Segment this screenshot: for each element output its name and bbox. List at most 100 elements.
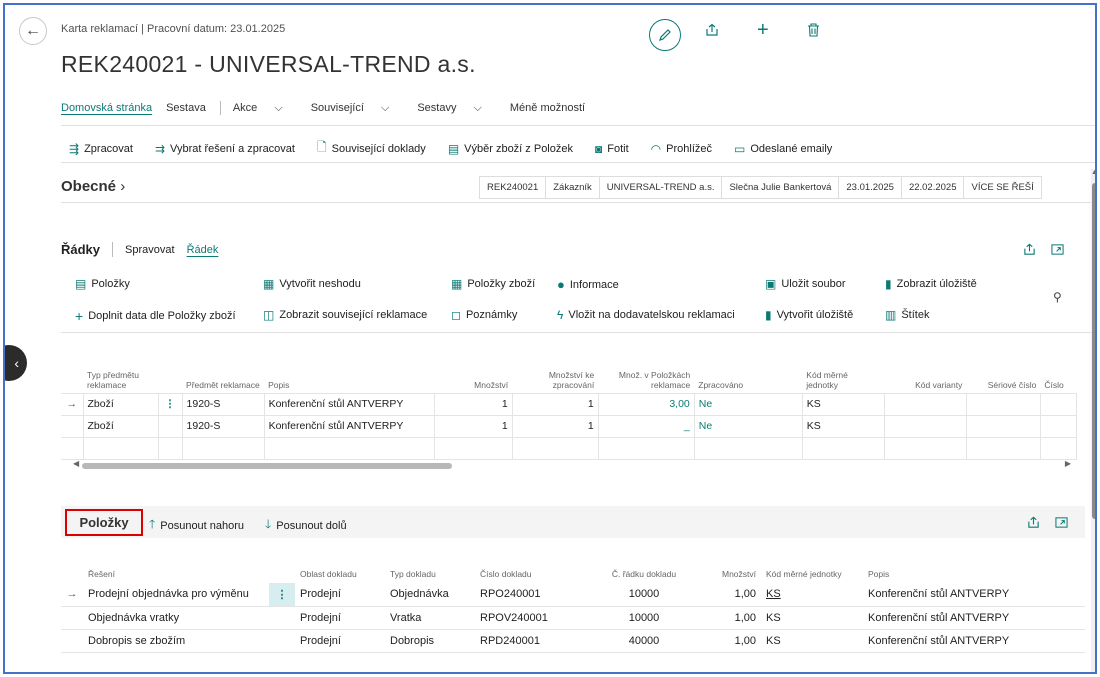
col-doc-area[interactable]: Oblast dokladu — [295, 547, 385, 583]
cell-uom[interactable]: KS — [761, 629, 863, 653]
col-doc-line[interactable]: Č. řádku dokladu — [601, 547, 687, 583]
cell-doc-number[interactable]: RPD240001 — [475, 629, 601, 653]
cell-description[interactable]: Konferenční stůl ANTVERPY — [263, 414, 435, 438]
cell-uom[interactable]: KS — [761, 583, 863, 607]
lines-share-button[interactable] — [1023, 243, 1036, 259]
create-storage-button[interactable]: ▮ Vytvořit úložiště — [765, 308, 853, 322]
col-description[interactable]: Popis — [264, 351, 434, 393]
cell-serial[interactable] — [965, 414, 1041, 438]
cell-doc-number[interactable]: RPO240001 — [475, 583, 601, 607]
cell-type[interactable]: Zboží — [82, 414, 159, 438]
table-row[interactable]: Dobropis se zbožím Prodejní Dobropis RPD… — [61, 629, 1085, 653]
cell-uom[interactable] — [801, 436, 885, 460]
menu-report[interactable]: Sestava — [166, 102, 206, 114]
menu-reports[interactable]: Sestavy ⌵ — [417, 102, 496, 115]
col-uom[interactable]: Kód měrné jednotky — [802, 351, 884, 393]
cell-processed[interactable]: Ne — [693, 392, 803, 416]
horizontal-scrollbar[interactable]: ◀ ▶ — [73, 459, 1071, 470]
cell-doc-number[interactable]: RPOV240001 — [475, 606, 601, 630]
cell-variant[interactable] — [883, 392, 967, 416]
row-menu-button[interactable]: ⋮ — [157, 392, 183, 416]
cell-number[interactable] — [1039, 414, 1078, 438]
cell-solution[interactable]: Prodejní objednávka pro výměnu — [83, 583, 269, 607]
cell-doc-type[interactable]: Vratka — [385, 606, 475, 630]
col-subject[interactable]: Předmět reklamace — [182, 351, 264, 393]
back-button[interactable]: ← — [19, 17, 47, 45]
cell-type[interactable]: Zboží — [82, 392, 159, 416]
scroll-right-icon[interactable]: ▶ — [1065, 459, 1071, 468]
cell-uom[interactable]: KS — [801, 392, 885, 416]
scrollbar-thumb[interactable] — [82, 463, 452, 469]
cell-solution[interactable]: Objednávka vratky — [83, 606, 269, 630]
col-number[interactable]: Číslo — [1040, 351, 1076, 393]
delete-button[interactable] — [807, 23, 820, 41]
cell-doc-area[interactable]: Prodejní — [295, 583, 385, 607]
collapse-sidebar-button[interactable]: ‹ — [5, 345, 27, 381]
menu-related[interactable]: Související ⌵ — [311, 102, 404, 115]
cell-type[interactable] — [82, 436, 159, 460]
row-menu-button[interactable]: ⋮ — [269, 583, 295, 607]
item-entries-button[interactable]: ▦ Položky zboží — [451, 277, 535, 291]
cell-doc-line[interactable]: 10000 — [601, 606, 687, 630]
entries-share-button[interactable] — [1027, 516, 1040, 532]
cell-variant[interactable] — [883, 414, 967, 438]
cell-processed[interactable] — [693, 436, 803, 460]
cell-quantity[interactable] — [433, 436, 513, 460]
cell-qty-in-entries[interactable] — [597, 436, 695, 460]
cell-quantity[interactable]: 1,00 — [687, 629, 761, 653]
col-serial[interactable]: Sériové číslo — [966, 351, 1040, 393]
cell-uom[interactable]: KS — [801, 414, 885, 438]
cell-qty-to-process[interactable]: 1 — [511, 392, 599, 416]
cell-variant[interactable] — [883, 436, 967, 460]
create-nonconformity-button[interactable]: ▦ Vytvořit neshodu — [263, 277, 361, 291]
cell-number[interactable] — [1039, 436, 1078, 460]
scroll-left-icon[interactable]: ◀ — [73, 459, 79, 468]
share-button[interactable] — [705, 23, 719, 41]
label-button[interactable]: ▥ Štítek — [885, 308, 929, 322]
menu-fewer-options[interactable]: Méně možností — [510, 102, 585, 114]
move-down-button[interactable]: 🡓 Posunout dolů — [265, 515, 347, 536]
cell-description[interactable] — [263, 436, 435, 460]
col-qty-to-process[interactable]: Množství ke zpracování — [512, 351, 598, 393]
cell-description[interactable]: Konferenční stůl ANTVERPY — [863, 629, 1085, 653]
viewer-button[interactable]: ◠ Prohlížeč — [651, 142, 712, 156]
cell-number[interactable] — [1039, 392, 1078, 416]
notes-button[interactable]: ◻ Poznámky — [451, 308, 517, 322]
cell-subject[interactable] — [181, 436, 265, 460]
entries-title[interactable]: Položky — [65, 509, 143, 536]
general-section-toggle[interactable]: Obecné › — [61, 178, 125, 195]
col-qty-in-entries[interactable]: Množ. v Položkách reklamace — [598, 351, 694, 393]
col-doc-number[interactable]: Číslo dokladu — [475, 547, 601, 583]
col-doc-type[interactable]: Typ dokladu — [385, 547, 475, 583]
cell-doc-area[interactable]: Prodejní — [295, 606, 385, 630]
photo-button[interactable]: ◙ Fotit — [595, 142, 629, 156]
cell-doc-type[interactable]: Objednávka — [385, 583, 475, 607]
edit-button[interactable] — [649, 19, 681, 51]
fill-data-button[interactable]: + Doplnit data dle Položky zboží — [75, 308, 236, 324]
table-row[interactable]: Zboží 1920-S Konferenční stůl ANTVERPY 1… — [61, 414, 1078, 438]
entries-button[interactable]: ▤ Položky — [75, 277, 130, 291]
cell-doc-line[interactable]: 10000 — [601, 583, 687, 607]
cell-quantity[interactable]: 1 — [433, 414, 513, 438]
entries-expand-button[interactable] — [1055, 516, 1068, 532]
cell-description[interactable]: Konferenční stůl ANTVERPY — [263, 392, 435, 416]
vertical-scrollbar-thumb[interactable] — [1092, 183, 1095, 519]
tab-line[interactable]: Řádek — [187, 244, 219, 256]
col-quantity[interactable]: Množství — [434, 351, 512, 393]
menu-actions[interactable]: Akce ⌵ — [233, 102, 297, 115]
col-variant[interactable]: Kód varianty — [884, 351, 966, 393]
cell-doc-line[interactable]: 40000 — [601, 629, 687, 653]
cell-subject[interactable]: 1920-S — [181, 414, 265, 438]
insert-vendor-claim-button[interactable]: ϟ Vložit na dodavatelskou reklamaci — [557, 308, 735, 322]
cell-serial[interactable] — [965, 392, 1041, 416]
cell-qty-to-process[interactable] — [511, 436, 599, 460]
cell-qty-in-entries[interactable]: _ — [597, 414, 695, 438]
col-solution[interactable]: Řešení — [83, 547, 269, 583]
cell-doc-area[interactable]: Prodejní — [295, 629, 385, 653]
cell-doc-type[interactable]: Dobropis — [385, 629, 475, 653]
cell-solution[interactable]: Dobropis se zbožím — [83, 629, 269, 653]
table-row[interactable]: → Zboží ⋮ 1920-S Konferenční stůl ANTVER… — [61, 392, 1078, 416]
cell-qty-to-process[interactable]: 1 — [511, 414, 599, 438]
information-button[interactable]: ● Informace — [557, 277, 619, 292]
table-row-empty[interactable] — [61, 436, 1078, 460]
